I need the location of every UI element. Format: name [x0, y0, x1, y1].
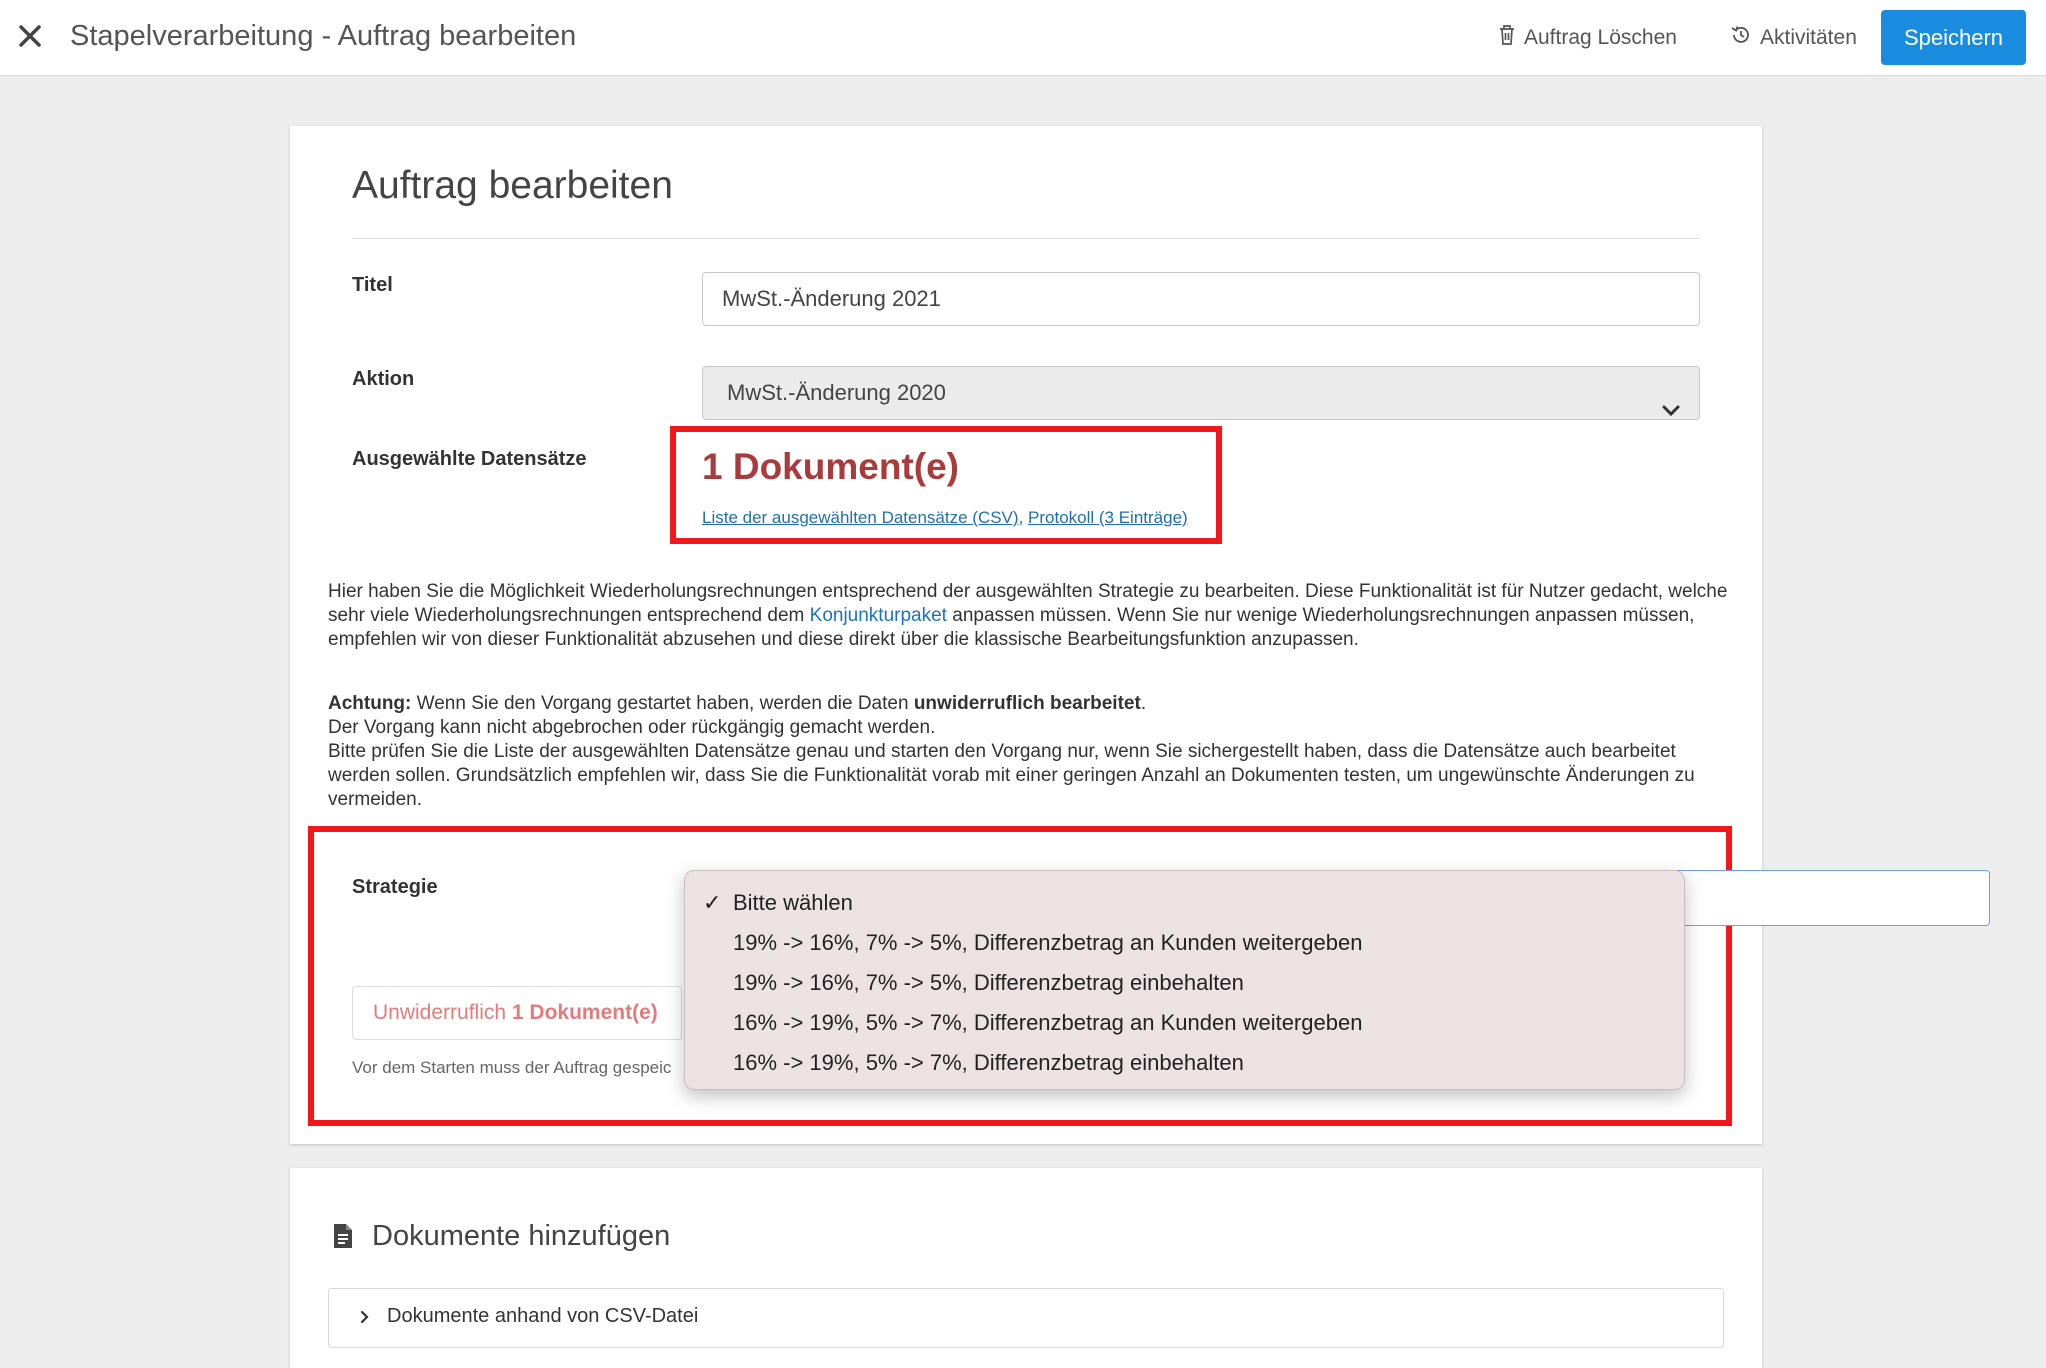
chevron-right-icon — [359, 1309, 371, 1330]
strategy-option-label: 19% -> 16%, 7% -> 5%, Differenzbetrag ei… — [733, 970, 1244, 995]
strategy-label: Strategie — [352, 876, 438, 898]
strategy-option[interactable]: 16% -> 19%, 5% -> 7%, Differenzbetrag an… — [685, 1003, 1684, 1043]
action-select[interactable]: MwSt.-Änderung 2020 — [702, 366, 1700, 420]
add-documents-card: Dokumente hinzufügen Dokumente anhand vo… — [290, 1168, 1762, 1368]
trash-icon — [1498, 24, 1516, 52]
delete-job-button[interactable]: Auftrag Löschen — [1498, 24, 1677, 52]
strategy-option[interactable]: 19% -> 16%, 7% -> 5%, Differenzbetrag ei… — [685, 963, 1684, 1003]
add-documents-heading: Dokumente hinzufügen — [372, 1220, 671, 1252]
strategy-dropdown-menu: ✓ Bitte wählen 19% -> 16%, 7% -> 5%, Dif… — [684, 870, 1685, 1090]
csv-documents-label: Dokumente anhand von CSV-Datei — [387, 1305, 699, 1327]
warning-line-2: Der Vorgang kann nicht abgebrochen oder … — [328, 717, 936, 738]
link-separator: , — [1018, 508, 1029, 527]
start-button-prefix: Unwiderruflich — [373, 1001, 512, 1024]
strategy-option[interactable]: ✓ Bitte wählen — [685, 883, 1684, 923]
strategy-select[interactable] — [1660, 870, 1990, 926]
strategy-option-label: 19% -> 16%, 7% -> 5%, Differenzbetrag an… — [733, 930, 1363, 955]
warning-text: Wenn Sie den Vorgang gestartet haben, we… — [411, 693, 914, 714]
action-select-value: MwSt.-Änderung 2020 — [727, 380, 946, 405]
title-input[interactable] — [702, 272, 1700, 326]
top-bar: Stapelverarbeitung - Auftrag bearbeiten … — [0, 0, 2046, 76]
strategy-option[interactable]: 16% -> 19%, 5% -> 7%, Differenzbetrag ei… — [685, 1043, 1684, 1083]
history-icon — [1730, 24, 1752, 52]
strategy-option-label: 16% -> 19%, 5% -> 7%, Differenzbetrag an… — [733, 1010, 1363, 1035]
selected-records-label: Ausgewählte Datensätze — [352, 448, 587, 470]
document-count: 1 Dokument(e) — [702, 446, 959, 487]
warning-period: . — [1140, 693, 1147, 714]
start-button-count: 1 Dokument(e) — [511, 1001, 658, 1024]
start-irrevocable-button[interactable]: Unwiderruflich 1 Dokument(e) — [352, 986, 682, 1040]
csv-documents-accordion[interactable]: Dokumente anhand von CSV-Datei — [328, 1288, 1724, 1348]
divider — [352, 238, 1700, 239]
warning-line-3: Bitte prüfen Sie die Liste der ausgewähl… — [328, 741, 1695, 810]
title-label: Titel — [352, 274, 393, 296]
close-icon[interactable] — [14, 20, 46, 52]
page-title: Auftrag bearbeiten — [352, 164, 673, 207]
strategy-option-label: Bitte wählen — [733, 890, 853, 915]
document-icon — [332, 1222, 354, 1255]
strategy-option[interactable]: 19% -> 16%, 7% -> 5%, Differenzbetrag an… — [685, 923, 1684, 963]
activities-button[interactable]: Aktivitäten — [1730, 24, 1857, 52]
save-hint: Vor dem Starten muss der Auftrag gespeic — [352, 1058, 672, 1077]
info-paragraph: Hier haben Sie die Möglichkeit Wiederhol… — [328, 580, 1728, 652]
warning-label: Achtung: — [328, 693, 412, 714]
warning-paragraph: Achtung: Wenn Sie den Vorgang gestartet … — [328, 692, 1728, 812]
protocol-link[interactable]: Protokoll (3 Einträge) — [1028, 508, 1188, 527]
activities-label: Aktivitäten — [1760, 26, 1857, 49]
checkmark-icon: ✓ — [703, 890, 722, 915]
record-links: Liste der ausgewählten Datensätze (CSV),… — [702, 508, 1188, 528]
selected-records-csv-link[interactable]: Liste der ausgewählten Datensätze (CSV) — [702, 508, 1019, 527]
strategy-option-label: 16% -> 19%, 5% -> 7%, Differenzbetrag ei… — [733, 1050, 1244, 1075]
delete-job-label: Auftrag Löschen — [1524, 26, 1677, 49]
save-button[interactable]: Speichern — [1881, 10, 2026, 65]
action-label: Aktion — [352, 368, 415, 390]
app-title: Stapelverarbeitung - Auftrag bearbeiten — [70, 20, 577, 52]
konjunkturpaket-link[interactable]: Konjunkturpaket — [810, 605, 947, 626]
chevron-down-icon — [1661, 385, 1681, 437]
warning-emphasis: unwiderruflich bearbeitet — [913, 693, 1141, 714]
